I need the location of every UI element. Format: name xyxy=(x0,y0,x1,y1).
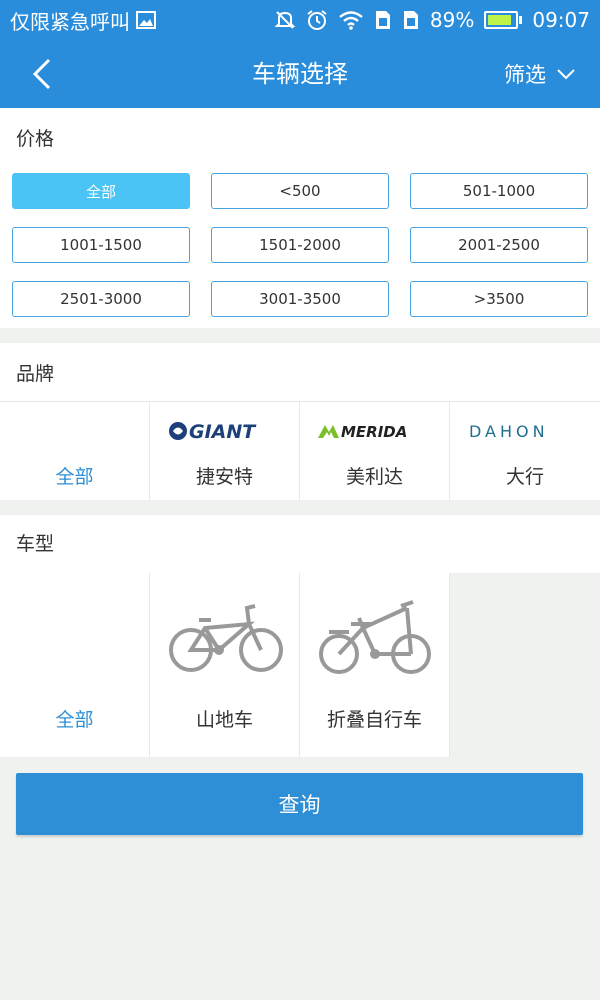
brand-option-merida[interactable]: MERIDA 美利达 xyxy=(300,402,450,501)
brand-option-all[interactable]: 全部 xyxy=(0,402,150,501)
brand-label: 美利达 xyxy=(345,466,403,488)
filter-dropdown-button[interactable]: 筛选 xyxy=(504,54,576,94)
mountain-bike-icon xyxy=(168,604,283,672)
svg-text:DAHON: DAHON xyxy=(469,422,549,441)
brand-section: 品牌 全部 GIANT 捷安特 MERIDA 美利达 DAHON 大行 xyxy=(0,343,600,501)
wifi-icon xyxy=(338,10,364,30)
merida-logo-icon: MERIDA xyxy=(317,418,433,444)
carrier-text: 仅限紧急呼叫 xyxy=(10,9,130,34)
bike-type-heading: 车型 xyxy=(0,515,600,573)
price-option[interactable]: 2001-2500 xyxy=(410,227,588,263)
price-option[interactable]: 2501-3000 xyxy=(12,281,190,317)
svg-text:MERIDA: MERIDA xyxy=(341,423,407,441)
price-section: 价格 全部 <500 501-1000 1001-1500 1501-2000 2001-… xyxy=(0,108,600,328)
bike-type-label: 折叠自行车 xyxy=(326,709,422,731)
brand-label: 全部 xyxy=(55,466,94,488)
bike-type-option-folding[interactable]: 折叠自行车 xyxy=(300,573,450,757)
query-button[interactable]: 查询 xyxy=(16,773,583,835)
battery-icon xyxy=(484,11,523,29)
mute-icon xyxy=(274,9,296,31)
status-bar: 仅限紧急呼叫 89% 09:07 xyxy=(0,0,600,40)
folding-bike-icon xyxy=(318,600,431,674)
price-option[interactable]: 3001-3500 xyxy=(211,281,389,317)
bike-type-options: 全部 山地车 折叠自行车 xyxy=(0,573,600,757)
chevron-left-icon xyxy=(32,58,51,90)
bike-type-option-mountain[interactable]: 山地车 xyxy=(150,573,300,757)
back-button[interactable] xyxy=(20,52,64,96)
price-option[interactable]: 全部 xyxy=(12,173,190,209)
battery-percent: 89% xyxy=(429,8,475,32)
svg-text:GIANT: GIANT xyxy=(189,421,257,442)
brand-options: 全部 GIANT 捷安特 MERIDA 美利达 DAHON 大行 xyxy=(0,401,600,501)
price-option[interactable]: 1001-1500 xyxy=(12,227,190,263)
sim1-icon xyxy=(374,9,392,31)
bike-type-option-all[interactable]: 全部 xyxy=(0,573,150,757)
price-option[interactable]: <500 xyxy=(211,173,389,209)
filter-label: 筛选 xyxy=(504,63,546,87)
brand-label: 大行 xyxy=(505,466,544,488)
giant-logo-icon: GIANT xyxy=(167,418,283,444)
price-option[interactable]: >3500 xyxy=(410,281,588,317)
dahon-logo-icon: DAHON xyxy=(467,418,583,444)
brand-option-dahon[interactable]: DAHON 大行 xyxy=(450,402,600,501)
sim2-icon xyxy=(402,9,420,31)
bike-type-section: 车型 全部 山地车 折叠自行车 xyxy=(0,515,600,757)
bike-type-label: 全部 xyxy=(55,709,94,731)
image-icon xyxy=(136,11,156,29)
alarm-icon xyxy=(306,9,328,31)
price-heading: 价格 xyxy=(16,128,55,150)
chevron-down-icon xyxy=(557,69,575,80)
bike-type-label: 山地车 xyxy=(195,709,253,731)
price-option[interactable]: 501-1000 xyxy=(410,173,588,209)
app-bar: 车辆选择 筛选 xyxy=(0,40,600,108)
brand-option-giant[interactable]: GIANT 捷安特 xyxy=(150,402,300,501)
price-options: 全部 <500 501-1000 1001-1500 1501-2000 2001-250… xyxy=(12,173,588,317)
price-option[interactable]: 1501-2000 xyxy=(211,227,389,263)
brand-heading: 品牌 xyxy=(16,363,55,385)
brand-label: 捷安特 xyxy=(195,466,253,488)
clock: 09:07 xyxy=(532,8,590,32)
